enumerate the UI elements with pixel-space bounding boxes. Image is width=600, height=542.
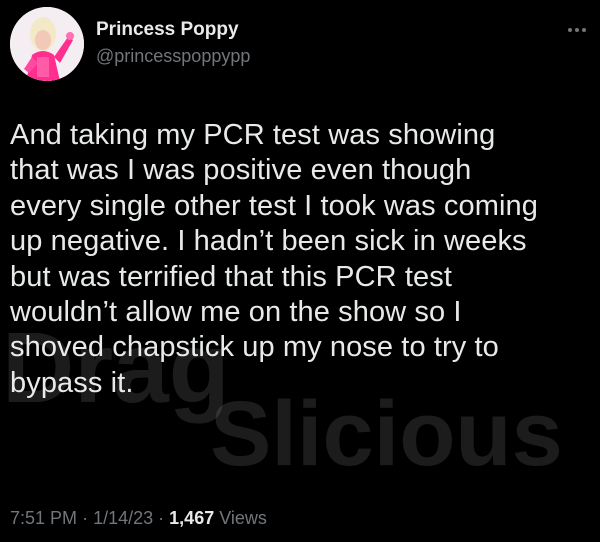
avatar[interactable] (10, 7, 84, 81)
tweet-text-line: that was I was positive even though (10, 154, 472, 187)
display-name[interactable]: Princess Poppy (96, 19, 250, 41)
tweet-text-line: And taking my PCR test was showing (10, 119, 496, 151)
tweet-time[interactable]: 7:51 PM (10, 508, 77, 528)
more-horizontal-icon (568, 28, 586, 32)
avatar-image (10, 7, 84, 81)
user-handle[interactable]: @princesspoppypp (96, 45, 250, 67)
tweet-text-line: wouldn’t allow me on the show so I (10, 296, 462, 329)
tweet-text-line: shoved chapstick up my nose to try to (10, 331, 499, 364)
meta-separator: · (82, 508, 89, 528)
tweet-text: And taking my PCR test was showing that … (10, 118, 595, 401)
tweet-text-line: every single other test I took was comin… (10, 189, 538, 222)
views-count: 1,467 (169, 508, 215, 528)
tweet-card: Princess Poppy @princesspoppypp And taki… (0, 0, 600, 542)
tweet-meta: 7:51 PM · 1/14/23 · 1,467 Views (10, 507, 267, 529)
author-info: Princess Poppy @princesspoppypp (96, 19, 250, 67)
tweet-date[interactable]: 1/14/23 (93, 508, 153, 528)
tweet-text-line: bypass it. (10, 366, 134, 399)
meta-separator: · (158, 508, 165, 528)
more-options-button[interactable] (562, 22, 592, 38)
tweet-text-line: up negative. I hadn’t been sick in weeks (10, 225, 527, 258)
tweet-text-line: but was terrified that this PCR test (10, 260, 452, 293)
views-label: Views (219, 508, 267, 528)
